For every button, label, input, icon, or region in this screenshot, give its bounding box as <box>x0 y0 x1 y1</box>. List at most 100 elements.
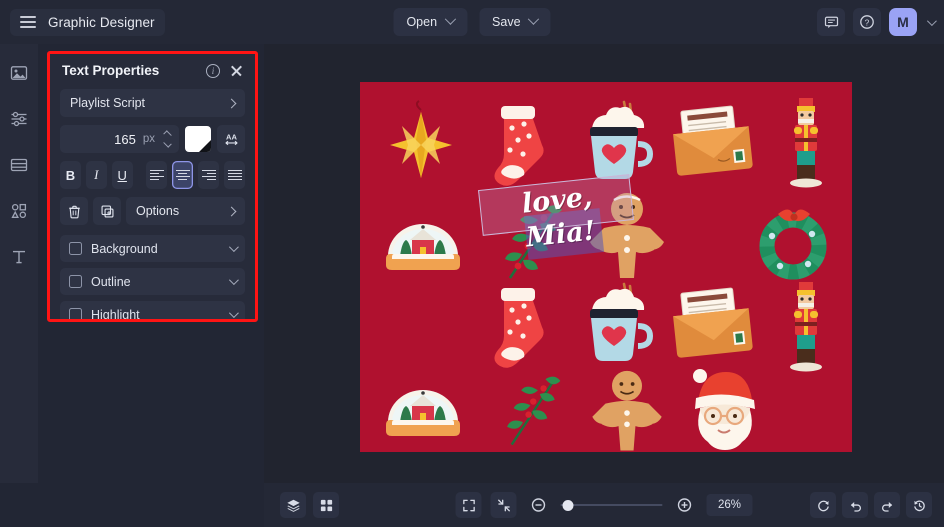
history-icon <box>913 499 925 511</box>
font-size-stepper[interactable] <box>162 130 172 148</box>
star-ornament-sticker[interactable] <box>382 100 460 188</box>
chevron-down-icon[interactable] <box>228 308 239 319</box>
cocoa-mug-sticker[interactable] <box>578 278 656 374</box>
open-button[interactable]: Open <box>393 8 468 36</box>
bold-label: B <box>65 167 76 183</box>
envelope-letter-sticker[interactable] <box>666 104 762 178</box>
collapse-icon <box>497 499 510 511</box>
underline-button[interactable]: U <box>111 161 133 189</box>
app-menu-button[interactable]: Graphic Designer <box>10 8 165 36</box>
bottom-bar-left <box>264 492 339 518</box>
bottom-bar-center: 26% <box>455 492 753 518</box>
app-title: Graphic Designer <box>48 14 155 30</box>
align-justify-button[interactable] <box>224 161 245 189</box>
reset-button[interactable] <box>810 492 836 518</box>
info-icon[interactable]: i <box>206 63 220 78</box>
text-properties-highlight: Text Properties i Playlist Script 165 px <box>47 51 258 322</box>
toggle-highlight[interactable]: Highlight <box>60 301 245 319</box>
align-right-icon <box>201 169 216 181</box>
font-size-value: 165 <box>114 131 136 147</box>
account-chevron-down-icon[interactable] <box>926 15 937 26</box>
app-root: Graphic Designer Open Save ? M Text Prop… <box>0 0 944 527</box>
avatar-initial: M <box>897 14 909 30</box>
options-button[interactable]: Options <box>126 197 245 225</box>
sidebar-item-text[interactable] <box>6 244 32 270</box>
nutcracker-sticker[interactable] <box>778 94 834 194</box>
highlight-label: Highlight <box>91 307 140 320</box>
sidebar-item-shapes[interactable] <box>6 198 32 224</box>
align-left-button[interactable] <box>146 161 168 189</box>
toggle-outline[interactable]: Outline <box>60 268 245 295</box>
sliders-icon <box>11 111 27 127</box>
duplicate-icon <box>101 205 113 217</box>
chevron-down-icon[interactable] <box>228 242 239 253</box>
outline-checkbox[interactable] <box>69 275 82 288</box>
fit-screen-button[interactable] <box>455 492 482 518</box>
chevron-right-icon <box>226 98 237 108</box>
align-justify-icon <box>227 169 242 181</box>
text-color-swatch[interactable] <box>185 126 211 152</box>
sidebar-item-media[interactable] <box>6 60 32 86</box>
nutcracker-sticker[interactable] <box>778 278 834 378</box>
top-bar-center: Open Save <box>393 0 551 44</box>
save-label: Save <box>492 15 521 29</box>
sidebar-item-layout[interactable] <box>6 152 32 178</box>
stocking-sticker[interactable] <box>488 278 550 374</box>
font-family-selector[interactable]: Playlist Script <box>60 89 245 117</box>
redo-button[interactable] <box>874 492 900 518</box>
chevron-down-icon[interactable] <box>228 275 239 286</box>
text-object[interactable]: love, Mia! <box>478 174 635 260</box>
santa-face-sticker[interactable] <box>680 364 770 452</box>
canvas-stage[interactable]: love, Mia! <box>264 44 944 483</box>
text-style-row: B I U <box>60 161 245 189</box>
snow-globe-sticker[interactable] <box>378 370 468 442</box>
zoom-level[interactable]: 26% <box>706 494 753 516</box>
svg-text:AA: AA <box>226 132 237 141</box>
background-checkbox[interactable] <box>69 242 82 255</box>
chevron-right-icon <box>226 206 237 216</box>
top-bar-right: ? M <box>817 0 937 44</box>
toggle-background[interactable]: Background <box>60 235 245 262</box>
zoom-out-icon <box>531 498 546 512</box>
collapse-button[interactable] <box>490 492 517 518</box>
hamburger-icon <box>20 16 36 28</box>
duplicate-button[interactable] <box>93 197 121 225</box>
stocking-sticker[interactable] <box>488 96 550 192</box>
align-center-button[interactable] <box>172 161 194 189</box>
align-center-icon <box>175 169 190 181</box>
zoom-slider-knob[interactable] <box>562 499 574 511</box>
delete-button[interactable] <box>60 197 88 225</box>
top-bar: Graphic Designer Open Save ? M <box>0 0 944 44</box>
gingerbread-man-sticker[interactable] <box>588 368 666 452</box>
bottom-bar: 26% <box>264 483 944 527</box>
undo-button[interactable] <box>842 492 868 518</box>
zoom-in-icon <box>677 498 692 512</box>
fit-screen-icon <box>462 499 475 511</box>
snow-globe-sticker[interactable] <box>378 204 468 276</box>
design-canvas[interactable]: love, Mia! <box>360 82 852 452</box>
history-button[interactable] <box>906 492 932 518</box>
save-button[interactable]: Save <box>479 8 551 36</box>
align-right-button[interactable] <box>198 161 220 189</box>
envelope-letter-sticker[interactable] <box>666 286 762 360</box>
zoom-in-button[interactable] <box>672 492 698 518</box>
highlight-checkbox[interactable] <box>69 308 82 319</box>
layers-button[interactable] <box>280 492 306 518</box>
sidebar-item-adjust[interactable] <box>6 106 32 132</box>
zoom-out-button[interactable] <box>526 492 552 518</box>
italic-button[interactable]: I <box>85 161 107 189</box>
font-size-input[interactable]: 165 px <box>60 125 179 153</box>
avatar[interactable]: M <box>889 8 917 36</box>
zoom-slider[interactable] <box>560 497 663 513</box>
help-button[interactable]: ? <box>853 8 881 36</box>
shapes-icon <box>11 203 27 219</box>
letter-spacing-button[interactable]: AA <box>217 125 245 153</box>
grid-button[interactable] <box>313 492 339 518</box>
wreath-sticker[interactable] <box>750 200 836 280</box>
close-icon[interactable] <box>230 64 243 77</box>
bold-button[interactable]: B <box>60 161 81 189</box>
comment-button[interactable] <box>817 8 845 36</box>
holly-branch-sticker[interactable] <box>498 366 576 452</box>
open-label: Open <box>406 15 438 29</box>
